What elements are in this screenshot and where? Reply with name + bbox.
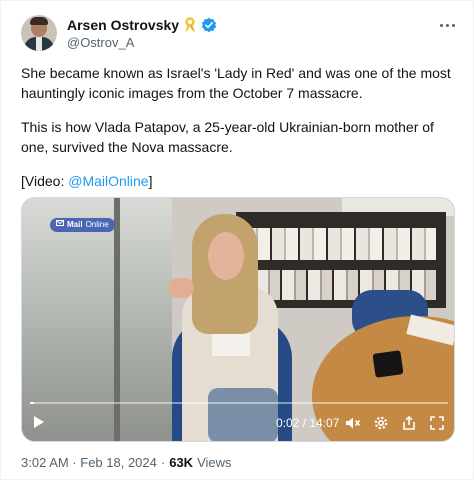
video-progress-bar[interactable] bbox=[30, 402, 448, 404]
verified-icon bbox=[201, 17, 217, 33]
tweet-timestamp[interactable]: 3:02 AM · Feb 18, 2024 bbox=[21, 455, 157, 470]
video-player[interactable]: Mail Online 0:02 / 14:07 bbox=[21, 197, 455, 442]
tweet-paragraph-2: This is how Vlada Patapov, a 25-year-old… bbox=[21, 119, 434, 155]
mention-link[interactable]: @MailOnline bbox=[68, 173, 148, 189]
video-credit-prefix: [Video: bbox=[21, 173, 69, 189]
tweet-card[interactable]: Arsen Ostrovsky @Ostrov_A She became kno… bbox=[0, 0, 474, 480]
footer-separator: · bbox=[160, 455, 166, 470]
ribbon-icon bbox=[185, 17, 196, 32]
gear-icon[interactable] bbox=[372, 414, 390, 432]
more-icon[interactable] bbox=[435, 15, 459, 35]
views-count: 63K bbox=[169, 455, 194, 470]
tweet-footer: 3:02 AM · Feb 18, 2024 · 63K Views bbox=[21, 455, 232, 470]
mailonline-badge-label: Mail bbox=[67, 220, 83, 229]
video-controls: 0:02 / 14:07 bbox=[22, 412, 454, 434]
video-progress-fill bbox=[30, 402, 35, 404]
author-name[interactable]: Arsen Ostrovsky bbox=[67, 17, 179, 33]
video-credit-suffix: ] bbox=[148, 173, 153, 189]
video-time: 0:02 / 14:07 bbox=[276, 416, 340, 430]
tweet-paragraph-3: [Video: @MailOnline] bbox=[21, 171, 461, 191]
views-label: Views bbox=[197, 455, 232, 470]
author-handle[interactable]: @Ostrov_A bbox=[67, 35, 134, 50]
tweet-paragraph-1: She became known as Israel's 'Lady in Re… bbox=[21, 65, 451, 101]
mail-logo-icon bbox=[56, 218, 64, 232]
fullscreen-icon[interactable] bbox=[428, 414, 446, 432]
mailonline-badge: Mail Online bbox=[50, 218, 115, 232]
volume-mute-icon[interactable] bbox=[344, 414, 362, 432]
video-frame bbox=[22, 198, 192, 441]
author-name-row: Arsen Ostrovsky bbox=[67, 16, 217, 34]
avatar[interactable] bbox=[21, 15, 57, 51]
tweet-header: Arsen Ostrovsky @Ostrov_A bbox=[21, 13, 461, 53]
play-icon[interactable] bbox=[34, 416, 44, 428]
share-icon[interactable] bbox=[400, 414, 418, 432]
mailonline-badge-suffix: Online bbox=[85, 220, 109, 229]
